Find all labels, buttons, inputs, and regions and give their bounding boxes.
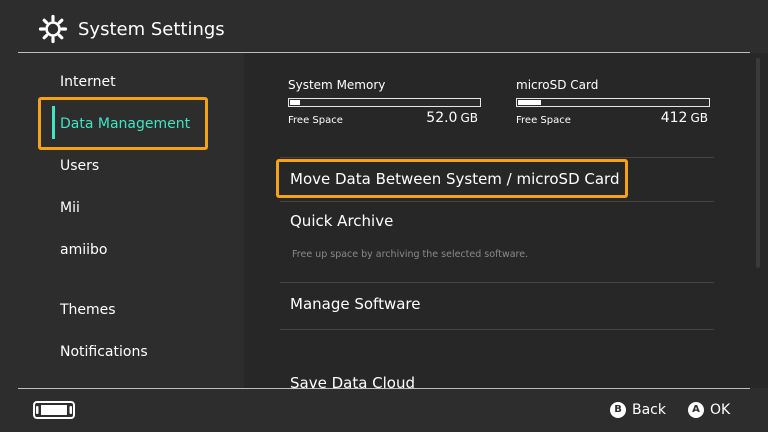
system-memory-bar-fill (290, 100, 300, 105)
system-free-space-value: 52.0 GB (426, 110, 478, 126)
main-panel: System Memory Free Space 52.0 GB microSD … (244, 53, 768, 388)
manage-software-button[interactable]: Manage Software (290, 295, 420, 313)
sidebar-item-notifications[interactable]: Notifications (60, 343, 148, 361)
divider (280, 201, 714, 202)
divider (280, 282, 714, 283)
quick-archive-description: Free up space by archiving the selected … (292, 249, 529, 260)
microsd-card-bar-fill (518, 100, 542, 105)
console-icon (33, 401, 75, 419)
scrollbar[interactable] (756, 58, 760, 268)
microsd-free-space-label: Free Space (516, 115, 571, 126)
sidebar-item-internet[interactable]: Internet (60, 73, 116, 91)
a-button-icon[interactable]: A (688, 402, 704, 418)
page-title: System Settings (78, 19, 225, 40)
b-button-icon[interactable]: B (610, 402, 626, 418)
header: System Settings (0, 0, 768, 53)
save-data-cloud-button[interactable]: Save Data Cloud (290, 374, 415, 388)
sidebar-active-indicator (52, 106, 55, 139)
sidebar: Internet Data Management Users Mii amiib… (0, 53, 244, 388)
sidebar-item-themes[interactable]: Themes (60, 301, 116, 319)
system-free-space-label: Free Space (288, 115, 343, 126)
back-label[interactable]: Back (632, 402, 666, 418)
microsd-card-label: microSD Card (516, 78, 599, 92)
footer: B Back A OK (0, 389, 768, 432)
sidebar-item-data-management[interactable]: Data Management (60, 115, 190, 133)
divider (280, 329, 714, 330)
system-memory-label: System Memory (288, 78, 386, 92)
gear-icon (38, 14, 68, 44)
divider (280, 157, 714, 158)
microsd-card-bar (516, 98, 710, 107)
sidebar-item-users[interactable]: Users (60, 157, 99, 175)
quick-archive-button[interactable]: Quick Archive (290, 212, 393, 230)
microsd-free-space-value: 412 GB (660, 110, 708, 126)
sidebar-item-amiibo[interactable]: amiibo (60, 241, 107, 259)
system-memory-bar (288, 98, 481, 107)
sidebar-item-mii[interactable]: Mii (60, 199, 80, 217)
ok-label[interactable]: OK (710, 402, 730, 418)
move-data-button[interactable]: Move Data Between System / microSD Card (290, 170, 619, 188)
